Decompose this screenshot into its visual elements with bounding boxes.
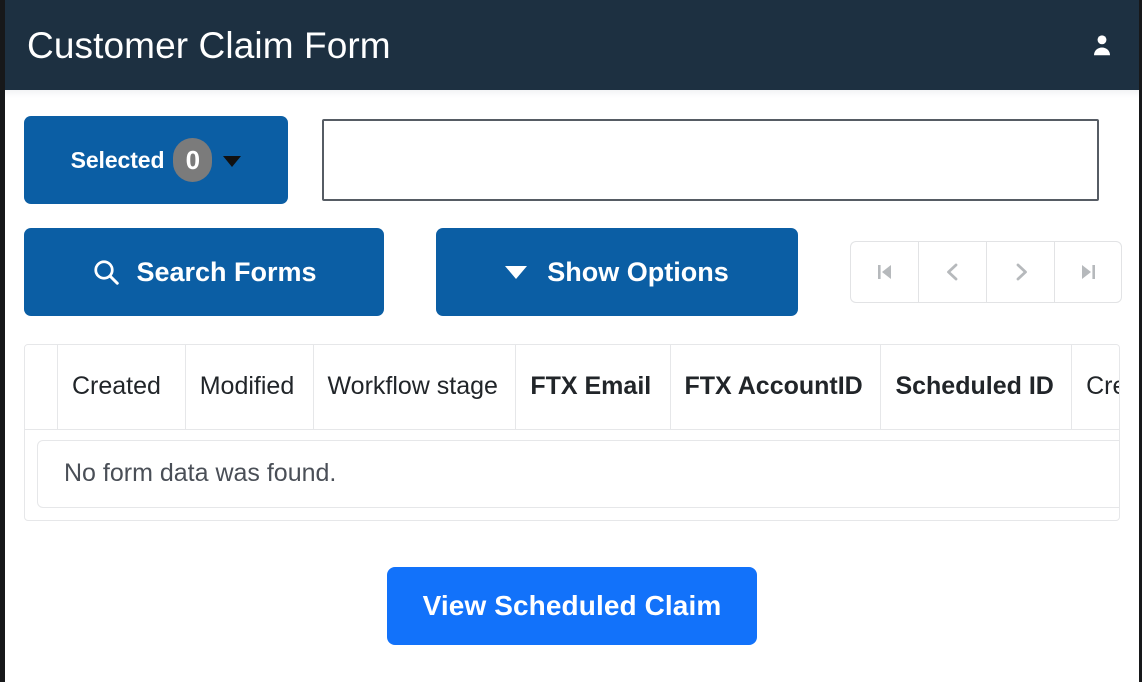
show-options-button[interactable]: Show Options [436, 228, 798, 316]
table-empty-state: No form data was found. [37, 439, 1119, 508]
search-icon [91, 257, 121, 287]
pagination-controls [850, 241, 1122, 303]
search-forms-button[interactable]: Search Forms [24, 228, 384, 316]
selected-count-badge: 0 [173, 138, 213, 182]
toolbar-row-primary: Selected 0 [5, 116, 1139, 204]
column-header-created[interactable]: Created [57, 345, 186, 430]
chevron-down-icon [505, 265, 528, 279]
pagination-next-button[interactable] [986, 241, 1054, 303]
user-icon[interactable] [1089, 32, 1115, 58]
column-header-modified[interactable]: Modified [185, 345, 314, 430]
first-page-icon [874, 260, 896, 284]
pagination-first-button[interactable] [850, 241, 918, 303]
pagination-prev-button[interactable] [918, 241, 986, 303]
app-header: Customer Claim Form [5, 0, 1139, 90]
column-header-ftx-accountid[interactable]: FTX AccountID [670, 345, 882, 430]
forms-table: Created Modified Workflow stage FTX Emai… [25, 345, 1119, 430]
header-divider [5, 90, 1139, 98]
column-header-workflow-stage[interactable]: Workflow stage [313, 345, 517, 430]
toolbar-row-secondary: Search Forms Show Options [5, 204, 1139, 316]
column-header-ftx-email[interactable]: FTX Email [515, 345, 671, 430]
page-title: Customer Claim Form [27, 24, 391, 66]
last-page-icon [1077, 260, 1099, 284]
selected-dropdown-button[interactable]: Selected 0 [24, 116, 288, 204]
chevron-right-icon [1010, 260, 1032, 284]
footer-actions: View Scheduled Claim [5, 566, 1139, 645]
column-header-creditor[interactable]: Creditor [1071, 345, 1119, 430]
search-forms-label: Search Forms [136, 256, 317, 287]
header-actions [1089, 32, 1115, 58]
table-header-row: Created Modified Workflow stage FTX Emai… [25, 345, 1119, 430]
chevron-left-icon [942, 260, 964, 284]
forms-table-header: Created Modified Workflow stage FTX Emai… [25, 345, 1119, 430]
chevron-down-icon [223, 155, 242, 167]
forms-table-container: Created Modified Workflow stage FTX Emai… [24, 344, 1120, 521]
view-scheduled-claim-button[interactable]: View Scheduled Claim [386, 566, 758, 645]
empty-state-message: No form data was found. [64, 459, 337, 487]
app-window: Customer Claim Form Selected 0 Search Fo… [0, 0, 1142, 682]
selected-label: Selected [70, 146, 165, 173]
column-header-scheduled-id[interactable]: Scheduled ID [880, 345, 1073, 430]
column-header-select [25, 345, 58, 430]
pagination-last-button[interactable] [1054, 241, 1122, 303]
show-options-label: Show Options [547, 256, 729, 287]
search-input[interactable] [322, 119, 1099, 201]
main-content: Selected 0 Search Forms Show Options Cre… [5, 98, 1139, 645]
